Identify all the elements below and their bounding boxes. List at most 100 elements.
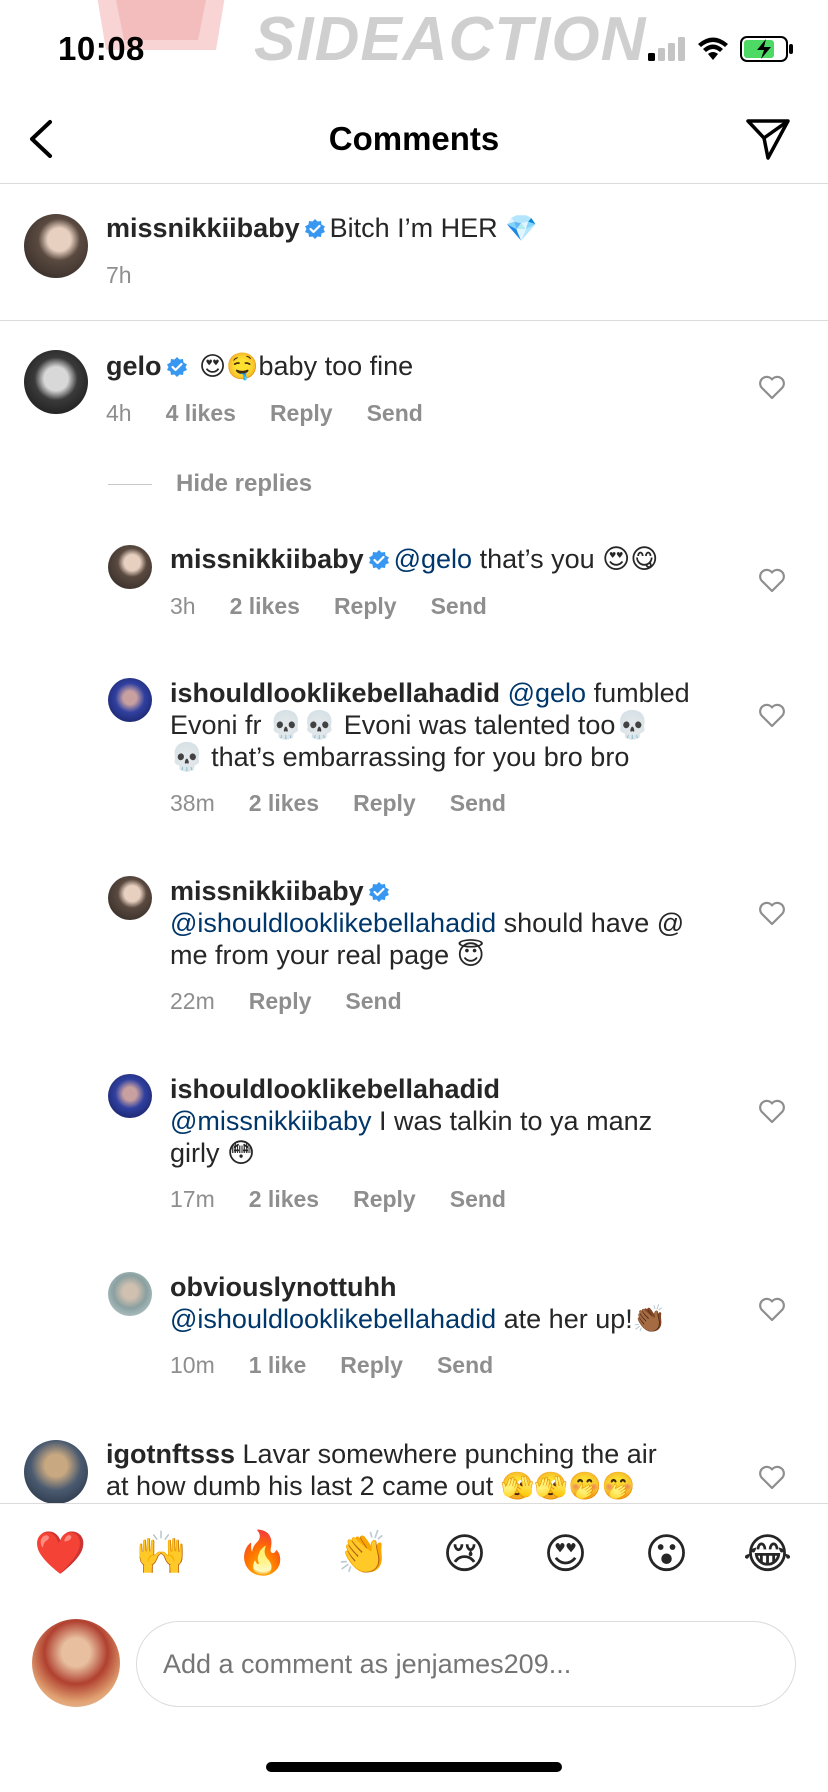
timestamp: 4h: [106, 400, 132, 426]
reaction-surprised[interactable]: 😮: [637, 1529, 697, 1578]
comment-meta: 17m 2 likes Reply Send: [170, 1186, 506, 1213]
comment-composer: [0, 1603, 828, 1733]
likes-count[interactable]: 2 likes: [249, 1186, 319, 1213]
likes-count[interactable]: 2 likes: [230, 593, 300, 620]
reaction-raised-hands[interactable]: 🙌: [132, 1529, 192, 1578]
comment-text: Lavar somewhere punching the air: [242, 1439, 657, 1469]
reply-button[interactable]: Reply: [353, 790, 416, 817]
hide-replies-label: Hide replies: [176, 470, 313, 497]
mention-link[interactable]: @gelo: [508, 678, 586, 708]
watermark-text: SIDEACTION: [254, 5, 647, 74]
comment-meta: 3h 2 likes Reply Send: [170, 593, 487, 620]
reaction-fire[interactable]: 🔥: [233, 1529, 293, 1578]
avatar[interactable]: [24, 1440, 88, 1503]
comment-username[interactable]: ishouldlooklikebellahadid: [170, 1073, 750, 1105]
comment-username[interactable]: missnikkiibaby: [170, 544, 364, 574]
heart-icon[interactable]: [758, 374, 786, 402]
timestamp: 7h: [106, 262, 132, 288]
heart-icon[interactable]: [758, 702, 786, 730]
comment-text: at how dumb his last 2 came out 🫣🫣🤭🤭: [106, 1471, 636, 1501]
comment-username[interactable]: missnikkiibaby: [170, 876, 364, 906]
caption-meta: 7h: [106, 262, 132, 289]
status-icons: [648, 36, 794, 62]
comment-input[interactable]: [136, 1621, 796, 1707]
status-bar: SIDEACTION 10:08: [0, 0, 828, 96]
mention-link[interactable]: @missnikkiibaby: [170, 1106, 371, 1136]
heart-icon[interactable]: [758, 900, 786, 928]
reaction-heart[interactable]: ❤️: [31, 1529, 91, 1578]
comment-meta: 22m Reply Send: [170, 988, 402, 1015]
avatar: [32, 1619, 120, 1707]
reply-button[interactable]: Reply: [249, 988, 312, 1015]
send-button[interactable]: Send: [437, 1352, 493, 1379]
wifi-icon: [698, 37, 728, 60]
timestamp: 3h: [170, 593, 196, 619]
verified-badge-icon: [368, 882, 389, 902]
comment-emoji: 😍🤤: [199, 351, 259, 381]
mention-link[interactable]: @gelo: [394, 544, 472, 574]
comment-text: girly 😳: [170, 1138, 256, 1168]
reply-button[interactable]: Reply: [334, 593, 397, 620]
timestamp: 10m: [170, 1352, 215, 1378]
caption-text: Bitch I’m HER: [329, 213, 498, 243]
reaction-heart-eyes[interactable]: 😍: [536, 1529, 596, 1578]
caption-emoji: 💎: [505, 213, 538, 243]
likes-count[interactable]: 4 likes: [166, 400, 236, 427]
comment-text: fumbled: [593, 678, 690, 708]
comment-username[interactable]: igotnftsss: [106, 1439, 235, 1469]
comment-text: should have @: [503, 908, 685, 938]
avatar[interactable]: [108, 678, 152, 722]
likes-count[interactable]: 1 like: [249, 1352, 307, 1379]
quick-reaction-bar: ❤️ 🙌 🔥 👏 😢 😍 😮 😂: [0, 1503, 828, 1603]
heart-icon[interactable]: [758, 1098, 786, 1126]
comment-text: me from your real page 😇: [170, 940, 485, 970]
avatar[interactable]: [108, 545, 152, 589]
comment-username[interactable]: gelo: [106, 351, 162, 381]
watermark: SIDEACTION: [86, 0, 645, 74]
reply-button[interactable]: Reply: [270, 400, 333, 427]
reaction-crying[interactable]: 😢: [435, 1529, 495, 1578]
page-title: Comments: [328, 120, 500, 157]
avatar[interactable]: [24, 214, 88, 278]
nav-bar: Comments: [0, 96, 828, 184]
clock: 10:08: [58, 30, 145, 67]
avatar[interactable]: [24, 350, 88, 414]
comment-text: baby too fine: [258, 351, 414, 381]
mention-link[interactable]: @ishouldlooklikebellahadid: [170, 1304, 496, 1334]
likes-count[interactable]: 2 likes: [249, 790, 319, 817]
mention-link[interactable]: @ishouldlooklikebellahadid: [170, 908, 496, 938]
heart-icon[interactable]: [758, 1296, 786, 1324]
caption: missnikkiibaby Bitch I’m HER 💎 7h: [0, 184, 828, 321]
comment-igotnftsss: igotnftsss Lavar somewhere punching the …: [0, 1430, 828, 1503]
reply-button[interactable]: Reply: [353, 1186, 416, 1213]
hide-replies-button[interactable]: Hide replies: [108, 470, 312, 498]
avatar[interactable]: [108, 876, 152, 920]
share-send-icon[interactable]: [744, 116, 792, 162]
avatar[interactable]: [108, 1074, 152, 1118]
battery-charging-icon: [740, 36, 793, 62]
caption-username[interactable]: missnikkiibaby: [106, 213, 300, 243]
reaction-clap[interactable]: 👏: [334, 1529, 394, 1578]
send-button[interactable]: Send: [450, 1186, 506, 1213]
divider: [108, 483, 152, 485]
comment-meta: 4h 4 likes Reply Send: [106, 400, 423, 427]
heart-icon[interactable]: [758, 1464, 786, 1492]
comment-username[interactable]: ishouldlooklikebellahadid: [170, 678, 500, 708]
verified-badge-icon: [304, 219, 325, 239]
send-button[interactable]: Send: [367, 400, 423, 427]
comment-username[interactable]: obviouslynottuhh: [170, 1271, 750, 1303]
comment-meta: 38m 2 likes Reply Send: [170, 790, 506, 817]
verified-badge-icon: [166, 357, 187, 377]
send-button[interactable]: Send: [431, 593, 487, 620]
heart-icon[interactable]: [758, 567, 786, 595]
reaction-laughing[interactable]: 😂: [738, 1529, 798, 1578]
comment-text: that’s you 😍😋: [479, 544, 659, 574]
comment-text: 💀 that’s embarrassing for you bro bro: [170, 742, 630, 772]
reply-button[interactable]: Reply: [340, 1352, 403, 1379]
send-button[interactable]: Send: [450, 790, 506, 817]
comment-meta: 10m 1 like Reply Send: [170, 1352, 493, 1379]
avatar[interactable]: [108, 1272, 152, 1316]
send-button[interactable]: Send: [345, 988, 401, 1015]
timestamp: 22m: [170, 988, 215, 1014]
home-indicator: [266, 1762, 562, 1772]
